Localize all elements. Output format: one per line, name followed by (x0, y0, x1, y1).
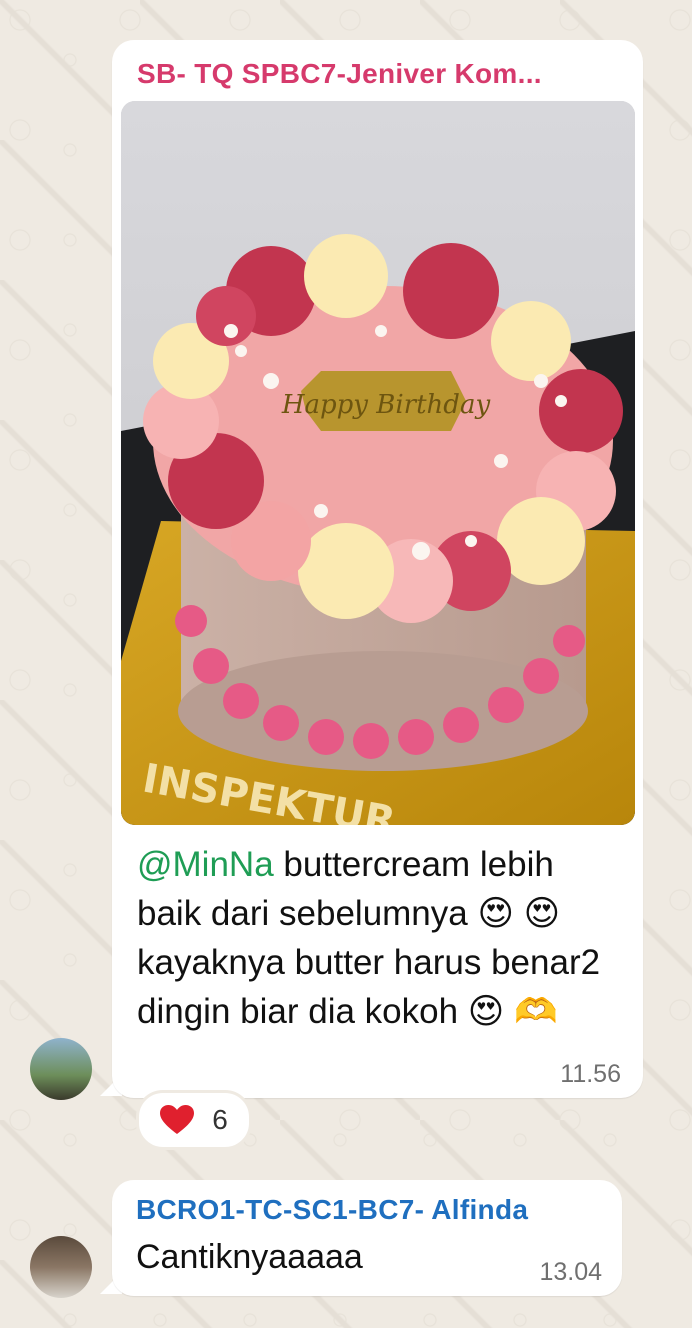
sender-avatar[interactable] (30, 1038, 92, 1100)
cake-photo[interactable]: Happy Birthday INSPEKTUR (121, 101, 635, 825)
sender-avatar[interactable] (30, 1236, 92, 1298)
message-bubble[interactable]: BCRO1-TC-SC1-BC7- Alfinda Cantiknyaaaaa … (112, 1180, 622, 1296)
mention-link[interactable]: @MinNa (137, 845, 274, 884)
message-text: Cantiknyaaaaa (136, 1238, 363, 1276)
reaction-count: 6 (212, 1104, 228, 1135)
message-text: @MinNa buttercream lebih baik dari sebel… (137, 840, 627, 1036)
message-bubble[interactable]: SB- TQ SPBC7-Jeniver Kom... Happy Birthd… (112, 40, 643, 1098)
sender-name[interactable]: BCRO1-TC-SC1-BC7- Alfinda (136, 1194, 616, 1226)
sender-name[interactable]: SB- TQ SPBC7-Jeniver Kom... (137, 58, 627, 90)
reaction-pill[interactable]: 6 (136, 1090, 252, 1150)
message-time: 13.04 (539, 1258, 602, 1286)
message-time: 11.56 (560, 1060, 621, 1088)
cake-topper-text: Happy Birthday (281, 390, 491, 420)
heart-icon (160, 1105, 195, 1134)
